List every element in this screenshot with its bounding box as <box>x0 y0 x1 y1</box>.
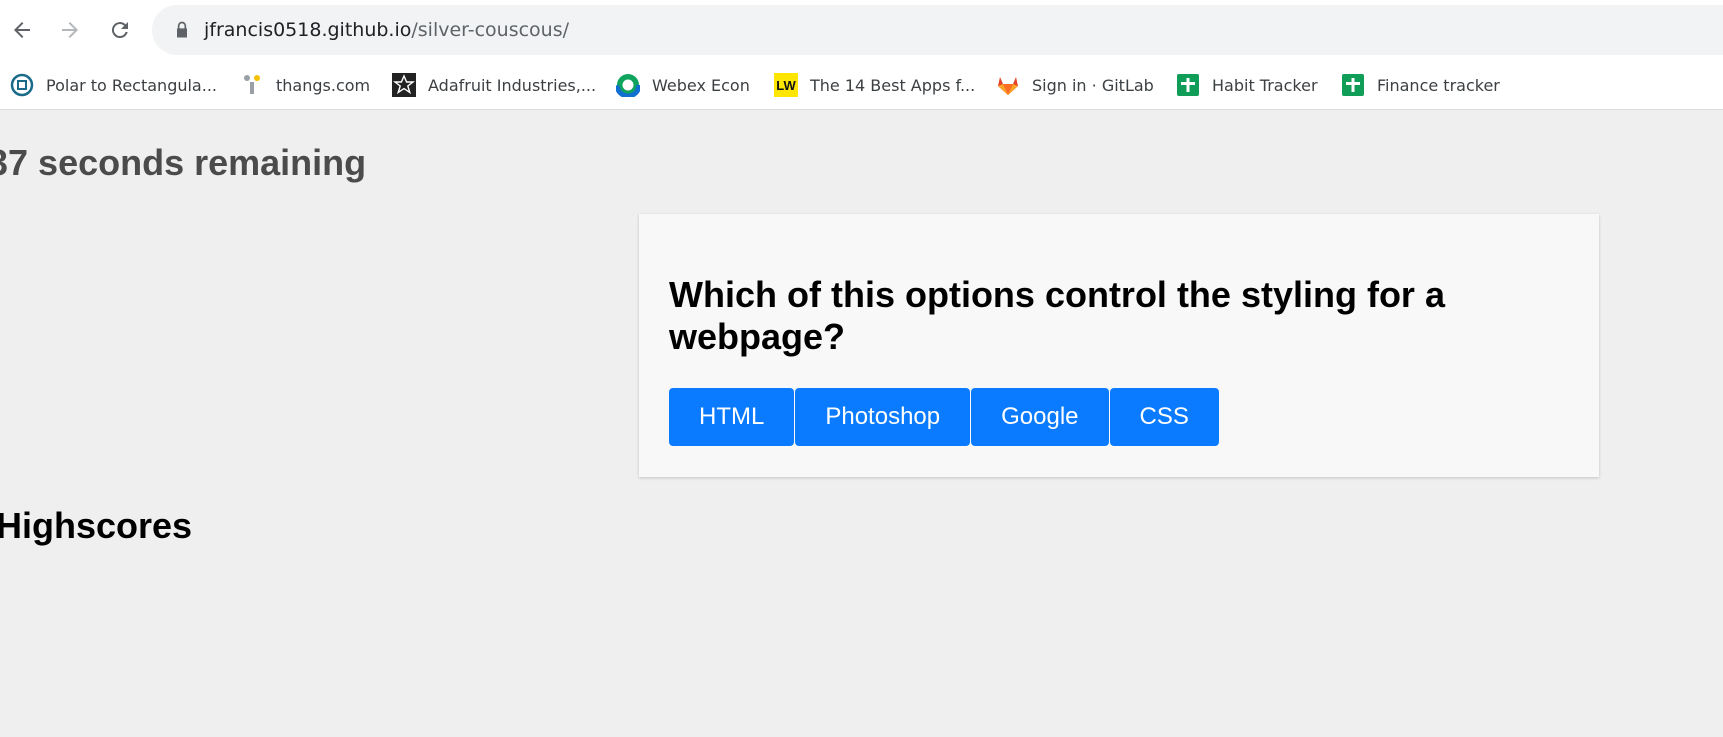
address-bar[interactable]: jfrancis0518.github.io/silver-couscous/ <box>152 5 1723 55</box>
lw-icon: LW <box>774 73 798 97</box>
timer-text: 37 seconds remaining <box>0 142 367 183</box>
bookmark-label: Polar to Rectangula... <box>46 75 217 95</box>
highscores-list-bullet <box>0 580 4 588</box>
bookmark-best-apps[interactable]: LW The 14 Best Apps f... <box>774 70 975 100</box>
lock-icon <box>177 21 187 38</box>
choice-css-button[interactable]: CSS <box>1109 388 1219 446</box>
bookmark-thangs[interactable]: thangs.com <box>240 70 370 100</box>
reload-icon <box>111 22 128 39</box>
browser-toolbar: jfrancis0518.github.io/silver-couscous/ <box>0 0 1723 62</box>
bookmark-label: Adafruit Industries,... <box>428 75 597 95</box>
adafruit-star-icon <box>392 73 416 97</box>
choice-html-button[interactable]: HTML <box>669 388 795 446</box>
bookmarks-bar: Polar to Rectangula... thangs.com Adafru… <box>0 62 1723 110</box>
bookmark-label: Finance tracker <box>1377 75 1500 95</box>
bookmark-label: thangs.com <box>276 75 371 95</box>
question-text: Which of this options control the stylin… <box>669 274 1445 357</box>
forward-button[interactable] <box>52 12 88 48</box>
highscores-title: Highscores <box>0 505 193 546</box>
thangs-icon <box>240 73 264 97</box>
circle-square-icon <box>10 73 34 97</box>
choices-row: HTML Photoshop Google CSS <box>669 388 1220 446</box>
url-text: jfrancis0518.github.io/silver-couscous/ <box>204 19 569 41</box>
back-arrow-icon <box>14 22 30 38</box>
bookmark-polar[interactable]: Polar to Rectangula... <box>10 70 217 100</box>
bookmark-webex[interactable]: Webex Econ <box>616 70 750 100</box>
question-card: Which of this options control the stylin… <box>639 214 1599 477</box>
bookmark-finance-tracker[interactable]: Finance tracker <box>1341 70 1500 100</box>
choice-google-button[interactable]: Google <box>971 388 1109 446</box>
reload-button[interactable] <box>102 12 138 48</box>
bookmark-habit-tracker[interactable]: Habit Tracker <box>1176 70 1318 100</box>
sheets-icon <box>1176 73 1200 97</box>
url-host: jfrancis0518.github.io <box>204 19 412 41</box>
bookmark-label: Habit Tracker <box>1212 75 1318 95</box>
bookmark-gitlab[interactable]: Sign in · GitLab <box>996 70 1154 100</box>
gitlab-fox-icon <box>996 73 1020 97</box>
bookmark-adafruit[interactable]: Adafruit Industries,... <box>392 70 596 100</box>
bookmark-label: The 14 Best Apps f... <box>810 75 976 95</box>
svg-text:LW: LW <box>776 78 796 93</box>
webex-icon <box>616 73 640 97</box>
sheets-icon <box>1341 73 1365 97</box>
bookmark-label: Sign in · GitLab <box>1032 75 1154 95</box>
choice-photoshop-button[interactable]: Photoshop <box>795 388 971 446</box>
bookmark-label: Webex Econ <box>652 75 750 95</box>
back-button[interactable] <box>4 12 40 48</box>
url-path: /silver-couscous/ <box>411 19 570 41</box>
forward-arrow-icon <box>62 22 78 38</box>
